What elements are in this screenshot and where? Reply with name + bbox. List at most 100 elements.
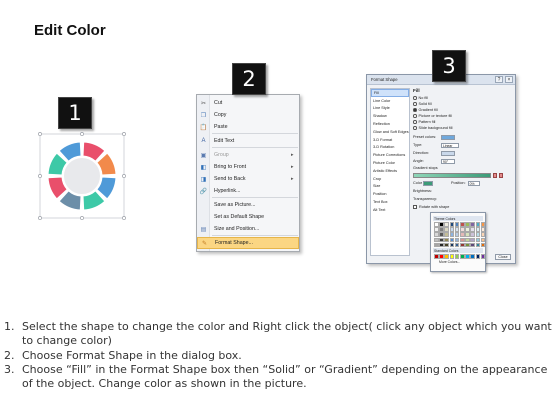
color-swatch[interactable] [480, 254, 486, 259]
type-dropdown[interactable]: Linear [441, 142, 459, 148]
color-swatch[interactable] [449, 222, 455, 227]
color-swatch[interactable] [439, 237, 444, 243]
color-swatch[interactable] [470, 242, 475, 248]
color-swatch[interactable] [475, 232, 481, 237]
add-stop-button[interactable] [493, 172, 497, 178]
menu-item-paste[interactable]: 📋 Paste [197, 121, 299, 133]
color-swatch[interactable] [434, 227, 439, 232]
color-swatch[interactable] [475, 222, 481, 227]
color-swatch[interactable] [449, 237, 455, 243]
color-swatch[interactable] [465, 237, 470, 243]
color-swatch[interactable] [434, 242, 439, 248]
color-swatch[interactable] [465, 254, 470, 259]
color-swatch[interactable] [475, 242, 481, 248]
resize-handle[interactable] [122, 174, 126, 178]
help-button[interactable]: ? [495, 76, 503, 83]
color-swatch[interactable] [434, 232, 439, 237]
color-swatch[interactable] [480, 237, 486, 243]
color-swatch[interactable] [475, 237, 481, 243]
gradient-stops-bar[interactable] [413, 172, 491, 178]
color-swatch[interactable] [434, 237, 439, 243]
radio-button[interactable] [413, 102, 417, 106]
color-swatch[interactable] [470, 227, 475, 232]
color-swatch[interactable] [444, 237, 449, 243]
color-swatch[interactable] [444, 222, 449, 227]
radio-button[interactable] [413, 108, 417, 112]
color-swatch[interactable] [459, 222, 465, 227]
menu-item-format-shape[interactable]: ✎ Format Shape... [197, 237, 299, 249]
color-swatch[interactable] [475, 254, 481, 259]
category-item[interactable]: 3-D Rotation [371, 144, 409, 152]
color-swatch[interactable] [454, 242, 460, 248]
ring-graphic[interactable] [34, 128, 130, 224]
menu-item-copy[interactable]: ❐ Copy [197, 109, 299, 121]
color-swatch[interactable] [465, 232, 470, 237]
color-swatch[interactable] [439, 254, 444, 259]
color-dropdown[interactable] [423, 180, 433, 186]
category-item[interactable]: Alt Text [371, 206, 409, 214]
menu-item-group[interactable]: ▣ Group ▸ [197, 149, 299, 161]
radio-button[interactable] [413, 114, 417, 118]
category-item[interactable]: Shadow [371, 112, 409, 120]
category-item[interactable]: Position [371, 190, 409, 198]
menu-item-save-as-picture[interactable]: Save as Picture... [197, 199, 299, 211]
preset-colors-dropdown[interactable] [441, 134, 455, 140]
category-item[interactable]: Size [371, 183, 409, 191]
color-swatch[interactable] [434, 254, 439, 259]
color-swatch[interactable] [439, 232, 444, 237]
menu-item-bring-to-front[interactable]: ◧ Bring to Front ▸ [197, 161, 299, 173]
color-swatch[interactable] [439, 222, 444, 227]
resize-handle[interactable] [80, 216, 84, 220]
category-item[interactable]: Crop [371, 175, 409, 183]
color-swatch[interactable] [449, 227, 455, 232]
color-swatch[interactable] [449, 254, 455, 259]
more-colors-button[interactable]: More Colors... [433, 260, 483, 265]
fill-option[interactable]: Slide background fill [413, 125, 513, 131]
remove-stop-button[interactable] [499, 172, 503, 178]
color-swatch[interactable] [449, 232, 455, 237]
resize-handle[interactable] [38, 132, 42, 136]
color-swatch[interactable] [459, 254, 465, 259]
menu-item-send-to-back[interactable]: ◨ Send to Back ▸ [197, 173, 299, 185]
resize-handle[interactable] [122, 216, 126, 220]
menu-item-hyperlink[interactable]: 🔗 Hyperlink... [197, 185, 299, 197]
menu-item-cut[interactable]: ✂ Cut [197, 97, 299, 109]
resize-handle[interactable] [38, 174, 42, 178]
ring-shape[interactable] [34, 128, 130, 224]
color-swatch[interactable] [454, 254, 460, 259]
color-swatch[interactable] [454, 237, 460, 243]
color-swatch[interactable] [470, 232, 475, 237]
menu-item-set-as-default-shape[interactable]: Set as Default Shape [197, 211, 299, 223]
color-swatch[interactable] [439, 227, 444, 232]
color-swatch[interactable] [444, 242, 449, 248]
color-swatch[interactable] [459, 232, 465, 237]
position-input[interactable]: 0% [467, 180, 480, 186]
category-item[interactable]: Glow and Soft Edges [371, 128, 409, 136]
color-swatch[interactable] [480, 222, 486, 227]
color-swatch[interactable] [480, 232, 486, 237]
color-swatch[interactable] [480, 227, 486, 232]
category-item[interactable]: Line Style [371, 105, 409, 113]
radio-button[interactable] [413, 96, 417, 100]
color-swatch[interactable] [454, 232, 460, 237]
color-swatch[interactable] [465, 227, 470, 232]
radio-button[interactable] [413, 120, 417, 124]
color-swatch[interactable] [470, 254, 475, 259]
color-swatch[interactable] [454, 227, 460, 232]
category-item[interactable]: Line Color [371, 97, 409, 105]
close-button[interactable]: Close [495, 254, 511, 260]
color-swatch[interactable] [454, 222, 460, 227]
category-item[interactable]: Fill [371, 89, 409, 97]
menu-item-edit-text[interactable]: A Edit Text [197, 135, 299, 147]
color-swatch[interactable] [470, 222, 475, 227]
direction-dropdown[interactable] [441, 150, 455, 156]
radio-button[interactable] [413, 126, 417, 130]
resize-handle[interactable] [122, 132, 126, 136]
color-swatch[interactable] [434, 222, 439, 227]
ring-center[interactable] [62, 156, 102, 196]
color-swatch[interactable] [444, 227, 449, 232]
color-swatch[interactable] [465, 242, 470, 248]
color-swatch[interactable] [459, 237, 465, 243]
color-swatch[interactable] [459, 227, 465, 232]
category-item[interactable]: Text Box [371, 198, 409, 206]
